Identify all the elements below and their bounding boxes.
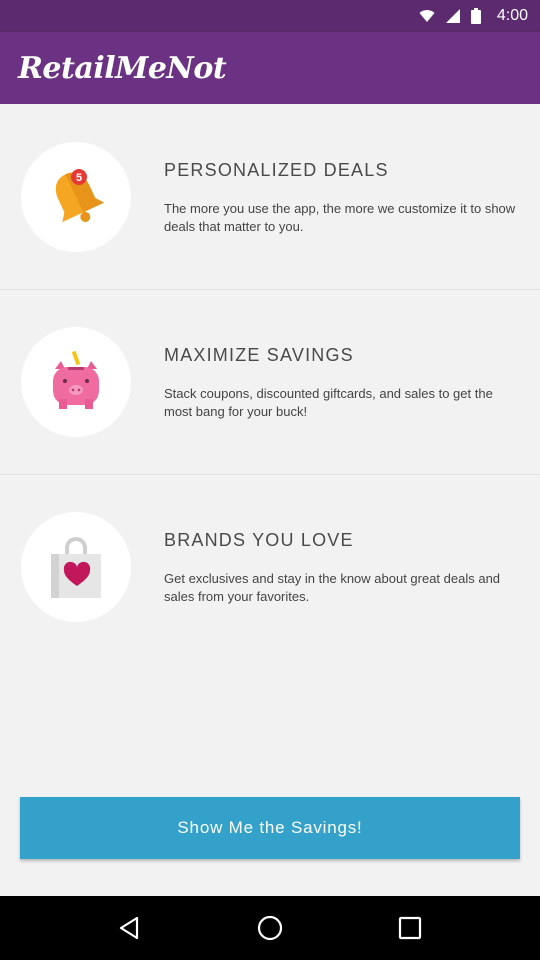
wifi-icon <box>419 8 435 24</box>
shopping-bag-heart-icon <box>51 537 101 598</box>
app-logo: RetailMeNot <box>18 50 227 86</box>
signal-icon <box>445 8 461 24</box>
recents-icon[interactable] <box>390 908 430 948</box>
feature-personalized-deals: 5 PERSONALIZED DEALS The more you use th… <box>0 104 540 289</box>
system-nav-bar <box>0 896 540 960</box>
feature-title: MAXIMIZE SAVINGS <box>164 345 354 365</box>
onboarding-content: 5 PERSONALIZED DEALS The more you use th… <box>0 104 540 896</box>
feature-icon-circle <box>21 327 131 437</box>
feature-description: Get exclusives and stay in the know abou… <box>164 571 501 604</box>
home-icon[interactable] <box>250 908 290 948</box>
status-time: 4:00 <box>496 7 528 24</box>
feature-title: BRANDS YOU LOVE <box>164 530 354 550</box>
piggy-bank-icon <box>53 351 99 409</box>
feature-icon-circle <box>21 512 131 622</box>
feature-title: PERSONALIZED DEALS <box>164 160 389 180</box>
feature-brands-you-love: BRANDS YOU LOVE Get exclusives and stay … <box>0 474 540 659</box>
notification-badge: 5 <box>76 172 82 184</box>
status-bar: 4:00 <box>0 0 540 32</box>
bell-icon: 5 <box>55 169 105 223</box>
battery-icon <box>470 8 487 24</box>
feature-maximize-savings: MAXIMIZE SAVINGS Stack coupons, discount… <box>0 289 540 474</box>
back-icon[interactable] <box>110 908 150 948</box>
feature-description: Stack coupons, discounted giftcards, and… <box>164 386 493 419</box>
feature-description: The more you use the app, the more we cu… <box>164 201 516 234</box>
show-savings-button[interactable]: Show Me the Savings! <box>20 797 520 859</box>
feature-icon-circle: 5 <box>21 142 131 252</box>
app-header: RetailMeNot <box>0 32 540 104</box>
